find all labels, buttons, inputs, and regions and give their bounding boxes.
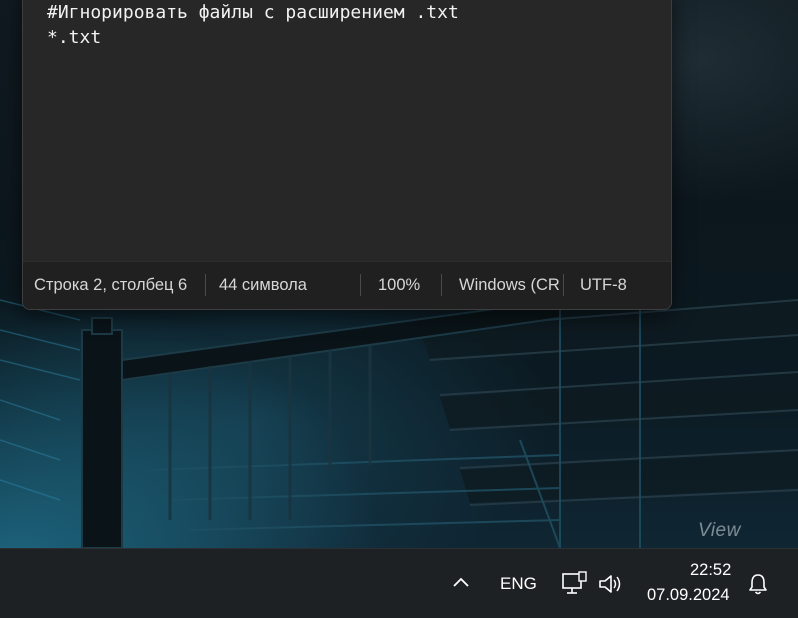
status-bar: Строка 2, столбец 6 44 символа 100% Wind…: [23, 261, 671, 309]
editor-line-1[interactable]: #Игнорировать файлы с расширением .txt: [47, 1, 459, 25]
watermark-text: View: [698, 520, 741, 541]
clock-time[interactable]: 22:52: [690, 561, 731, 580]
text-editor[interactable]: #Игнорировать файлы с расширением .txt *…: [23, 1, 671, 251]
status-cursor-position[interactable]: Строка 2, столбец 6: [34, 276, 202, 295]
taskbar: ENG 22:52 07.09.2024: [0, 548, 798, 618]
bell-icon[interactable]: [747, 572, 769, 596]
notepad-window[interactable]: #Игнорировать файлы с расширением .txt *…: [22, 0, 672, 310]
chevron-up-icon[interactable]: [451, 575, 471, 589]
status-divider: [441, 274, 442, 296]
clock-date[interactable]: 07.09.2024: [647, 586, 730, 605]
status-zoom[interactable]: 100%: [378, 276, 438, 295]
status-divider: [360, 274, 361, 296]
network-icon[interactable]: [561, 571, 587, 597]
status-line-ending[interactable]: Windows (CRLF): [459, 276, 559, 295]
language-indicator[interactable]: ENG: [500, 574, 537, 594]
status-char-count[interactable]: 44 символа: [219, 276, 359, 295]
speaker-icon[interactable]: [597, 572, 625, 596]
status-encoding[interactable]: UTF-8: [580, 276, 650, 295]
editor-line-2[interactable]: *.txt: [47, 26, 101, 50]
status-divider: [563, 274, 564, 296]
status-divider: [205, 274, 206, 296]
